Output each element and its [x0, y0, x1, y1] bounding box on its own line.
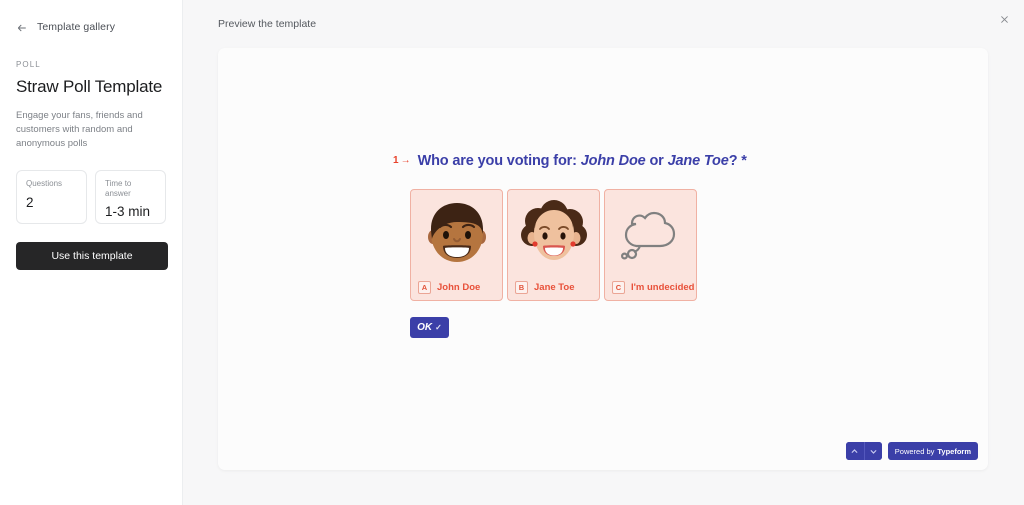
chevron-down-icon[interactable] [863, 442, 882, 460]
choice-label-b: Jane Toe [534, 281, 575, 293]
picture-choice-b[interactable]: B Jane Toe [507, 189, 600, 302]
choice-key-c: C [612, 280, 625, 294]
template-sidebar: Template gallery POLL Straw Poll Templat… [0, 0, 183, 505]
template-category-kicker: POLL [16, 60, 41, 69]
ok-button-label: OK [417, 322, 433, 334]
arrow-left-icon [16, 21, 28, 33]
choice-key-b: B [515, 280, 528, 294]
stat-card-questions: Questions 2 [16, 170, 87, 225]
thought-cloud-icon [605, 190, 696, 276]
question-row: 1 → Who are you voting for: John Doe or J… [393, 152, 823, 170]
choice-label-c: I'm undecided [631, 281, 695, 293]
picture-choice-c-footer: C I'm undecided [605, 274, 696, 300]
template-preview-screen: Template gallery POLL Straw Poll Templat… [0, 0, 1024, 505]
typeform-question-block: 1 → Who are you voting for: John Doe or J… [393, 152, 823, 339]
use-this-template-button[interactable]: Use this template [16, 242, 168, 271]
typeform-preview-card: 1 → Who are you voting for: John Doe or J… [218, 48, 988, 470]
picture-choice-a[interactable]: A John Doe [410, 189, 503, 302]
man-face-emoji [411, 190, 502, 276]
required-marker: * [741, 153, 747, 169]
question-prefix: Who are you voting for: [417, 153, 577, 169]
stat-label-questions: Questions [26, 179, 63, 189]
picture-choice-b-footer: B Jane Toe [508, 274, 599, 300]
choice-key-a: A [418, 280, 431, 294]
picture-choice-a-footer: A John Doe [411, 274, 502, 300]
question-name-a: John Doe [580, 153, 646, 169]
picture-choice-c[interactable]: C I'm undecided [604, 189, 697, 302]
preview-panel: Preview the template 1 → Who are you voti… [183, 0, 1024, 505]
question-number-marker: 1 → [393, 152, 411, 166]
preview-header-title: Preview the template [218, 18, 317, 30]
template-description: Engage your fans, friends and customers … [16, 110, 143, 149]
check-icon: ✓ [435, 323, 442, 333]
back-link-label: Template gallery [37, 21, 116, 33]
template-stats: Questions 2 Time to answer 1-3 min [16, 170, 166, 225]
typeform-brand-label: Typeform [937, 446, 971, 456]
powered-by-prefix: Powered by [894, 446, 935, 456]
stat-value-questions: 2 [26, 194, 34, 210]
typeform-bottom-controls: Powered by Typeform [845, 442, 978, 460]
question-suffix: ? [728, 153, 738, 169]
ok-submit-button[interactable]: OK ✓ [410, 317, 449, 339]
question-number: 1 [393, 155, 399, 166]
chevron-up-icon[interactable] [845, 442, 864, 460]
back-to-template-gallery-link[interactable]: Template gallery [16, 18, 166, 36]
navigation-pad [845, 442, 882, 460]
question-name-b: Jane Toe [667, 153, 729, 169]
preview-header: Preview the template [183, 0, 1024, 48]
powered-by-typeform-badge[interactable]: Powered by Typeform [887, 442, 978, 460]
close-icon[interactable] [993, 8, 1015, 30]
stat-value-time-to-answer: 1-3 min [105, 204, 151, 220]
woman-face-emoji [508, 190, 599, 276]
page-title: Straw Poll Template [16, 77, 163, 96]
stat-card-time-to-answer: Time to answer 1-3 min [95, 170, 166, 225]
choice-label-a: John Doe [437, 281, 481, 293]
arrow-right-icon: → [400, 155, 411, 166]
picture-choice-list: A John Doe B Jane Toe C I'm undecided [410, 189, 823, 302]
stat-label-time-to-answer: Time to answer [105, 179, 132, 198]
question-conjunction: or [649, 153, 664, 169]
question-text: Who are you voting for: John Doe or Jane… [418, 152, 747, 170]
